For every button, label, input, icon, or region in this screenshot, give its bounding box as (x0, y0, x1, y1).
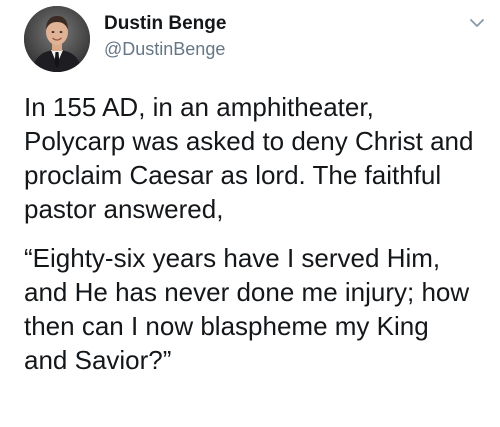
tweet-paragraph: In 155 AD, in an amphitheater, Polycarp … (24, 92, 474, 224)
chevron-down-icon[interactable] (466, 12, 488, 34)
tweet-quote-paragraph: “Eighty-six years have I served Him, and… (24, 243, 470, 375)
tweet-card: Dustin Benge @DustinBenge In 155 AD, in … (0, 0, 500, 427)
author-handle[interactable]: @DustinBenge (104, 39, 225, 60)
avatar[interactable] (24, 6, 90, 72)
author-display-name[interactable]: Dustin Benge (104, 13, 226, 35)
profile-photo (24, 6, 90, 72)
tweet-text: In 155 AD, in an amphitheater, Polycarp … (24, 90, 494, 377)
